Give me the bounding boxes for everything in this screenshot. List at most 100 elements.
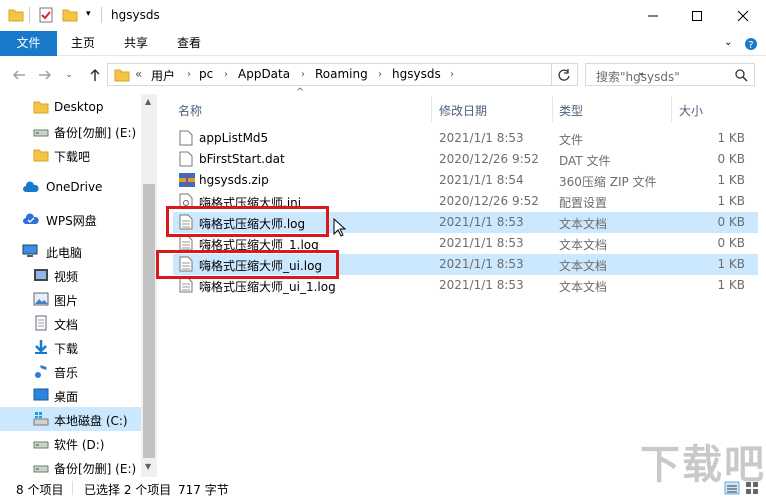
nav-item-drive-d[interactable]: 软件 (D:) xyxy=(0,431,141,455)
breadcrumb-overflow[interactable]: « xyxy=(135,67,142,81)
scrollbar-thumb[interactable] xyxy=(143,184,155,458)
nav-label: 此电脑 xyxy=(46,246,83,260)
drive-icon xyxy=(33,441,49,449)
download-icon xyxy=(35,340,47,354)
folder-icon xyxy=(8,9,24,22)
column-divider[interactable] xyxy=(431,96,432,122)
column-header-date[interactable]: 修改日期 xyxy=(439,102,487,119)
folder-icon xyxy=(114,69,130,82)
selection-count: 已选择 2 个项目 xyxy=(84,483,172,497)
close-icon xyxy=(737,10,749,21)
chevron-right-icon[interactable]: › xyxy=(450,69,454,80)
nav-label: 视频 xyxy=(54,270,79,284)
nav-label: 备份[勿删] (E:) xyxy=(54,126,137,140)
nav-label: 下载吧 xyxy=(54,150,91,164)
nav-item-music[interactable]: 音乐 xyxy=(0,359,141,383)
tab-file[interactable]: 文件 xyxy=(0,31,57,56)
documents-icon xyxy=(35,315,47,331)
file-size: 1 KB xyxy=(717,257,745,271)
breadcrumb-appdata[interactable]: AppData xyxy=(238,67,290,81)
nav-item-drive-e[interactable]: 备份[勿删] (E:) xyxy=(0,119,141,143)
divider xyxy=(72,481,73,495)
file-type: 文本文档 xyxy=(559,259,608,273)
svg-text:?: ? xyxy=(748,40,753,51)
back-arrow-icon xyxy=(12,70,25,80)
up-arrow-icon xyxy=(90,68,100,81)
search-box[interactable]: 搜索"hgsysds" xyxy=(585,63,755,86)
nav-item-documents[interactable]: 文档 xyxy=(0,311,141,335)
divider xyxy=(101,7,102,23)
chevron-right-icon[interactable]: › xyxy=(187,69,191,80)
column-header-name[interactable]: 名称 xyxy=(178,102,202,119)
nav-item-onedrive[interactable]: OneDrive xyxy=(0,175,141,199)
new-folder-icon[interactable] xyxy=(62,7,78,23)
forward-button[interactable] xyxy=(36,66,54,84)
file-size: 0 KB xyxy=(717,236,745,250)
file-row[interactable]: hgsysds.zip 2021/1/1 8:54 360压缩 ZIP 文件 1… xyxy=(173,170,758,191)
breadcrumb-users[interactable]: 用户 xyxy=(151,67,175,84)
nav-item-desktop[interactable]: Desktop xyxy=(0,95,141,119)
refresh-button[interactable] xyxy=(551,63,578,86)
scroll-up-icon[interactable]: ▲ xyxy=(145,97,151,106)
quick-access-dropdown-icon[interactable]: ▾ xyxy=(86,9,91,19)
column-header-type[interactable]: 类型 xyxy=(559,102,583,119)
breadcrumb-pc[interactable]: pc xyxy=(199,67,213,81)
title-bar: ▾ hgsysds xyxy=(0,0,766,32)
file-date: 2021/1/1 8:53 xyxy=(439,278,524,292)
back-button[interactable] xyxy=(10,66,28,84)
file-size: 0 KB xyxy=(717,215,745,229)
nav-item-wps-cloud[interactable]: WPS网盘 xyxy=(0,207,141,231)
file-type: 文本文档 xyxy=(559,217,608,231)
close-button[interactable] xyxy=(720,0,766,31)
file-name: appListMd5 xyxy=(199,131,269,145)
search-input[interactable]: 搜索"hgsysds" xyxy=(596,68,680,85)
column-divider[interactable] xyxy=(552,96,553,122)
ribbon: 文件 主页 共享 查看 ⌄ ? xyxy=(0,31,766,56)
recent-locations-icon[interactable]: ⌄ xyxy=(60,66,78,84)
file-date: 2021/1/1 8:53 xyxy=(439,257,524,271)
sort-ascending-icon: ^ xyxy=(296,87,305,98)
nav-item-pictures[interactable]: 图片 xyxy=(0,287,141,311)
nav-item-downloads[interactable]: 下载 xyxy=(0,335,141,359)
column-header-size[interactable]: 大小 xyxy=(679,102,703,119)
file-icon xyxy=(179,130,193,146)
nav-item-drive-c[interactable]: 本地磁盘 (C:) xyxy=(0,407,141,431)
column-divider[interactable] xyxy=(671,96,672,122)
breadcrumb-hgsysds[interactable]: hgsysds xyxy=(392,67,441,81)
file-size: 1 KB xyxy=(717,173,745,187)
file-row[interactable]: bFirstStart.dat 2020/12/26 9:52 DAT 文件 0… xyxy=(173,149,758,170)
file-type: 文件 xyxy=(559,133,584,147)
file-size: 0 KB xyxy=(717,152,745,166)
text-file-icon xyxy=(179,235,193,251)
nav-item-drive-e-2[interactable]: 备份[勿删] (E:) xyxy=(0,455,141,479)
expand-ribbon-icon[interactable]: ⌄ xyxy=(724,37,732,48)
file-type: 配置设置 xyxy=(559,196,608,210)
tab-share[interactable]: 共享 xyxy=(112,31,160,56)
properties-icon[interactable] xyxy=(38,7,54,23)
music-icon xyxy=(35,365,47,378)
breadcrumb-roaming[interactable]: Roaming xyxy=(315,67,368,81)
file-row[interactable]: appListMd5 2021/1/1 8:53 文件 1 KB xyxy=(173,128,758,149)
help-icon[interactable]: ? xyxy=(744,37,758,51)
maximize-button[interactable] xyxy=(674,0,720,31)
scroll-down-icon[interactable]: ▼ xyxy=(145,462,151,471)
file-type: 文本文档 xyxy=(559,238,608,252)
annotation-highlight-box xyxy=(166,206,329,237)
chevron-right-icon[interactable]: › xyxy=(224,69,228,80)
tab-home[interactable]: 主页 xyxy=(59,31,107,56)
nav-item-this-pc[interactable]: 此电脑 xyxy=(0,239,141,263)
minimize-button[interactable] xyxy=(630,0,676,31)
chevron-right-icon[interactable]: › xyxy=(378,69,382,80)
up-button[interactable] xyxy=(86,66,104,84)
chevron-right-icon[interactable]: › xyxy=(301,69,305,80)
item-count: 8 个项目 xyxy=(16,483,64,497)
address-bar[interactable]: « 用户 › pc › AppData › Roaming › hgsysds … xyxy=(107,63,645,86)
nav-scrollbar[interactable]: ▲ ▼ xyxy=(141,94,157,477)
nav-label: 本地磁盘 (C:) xyxy=(54,414,128,428)
nav-item-downloadba[interactable]: 下载吧 xyxy=(0,143,141,167)
file-type: DAT 文件 xyxy=(559,154,611,168)
tab-view[interactable]: 查看 xyxy=(165,31,213,56)
nav-item-desktop-cn[interactable]: 桌面 xyxy=(0,383,141,407)
refresh-icon xyxy=(558,68,570,81)
nav-item-videos[interactable]: 视频 xyxy=(0,263,141,287)
